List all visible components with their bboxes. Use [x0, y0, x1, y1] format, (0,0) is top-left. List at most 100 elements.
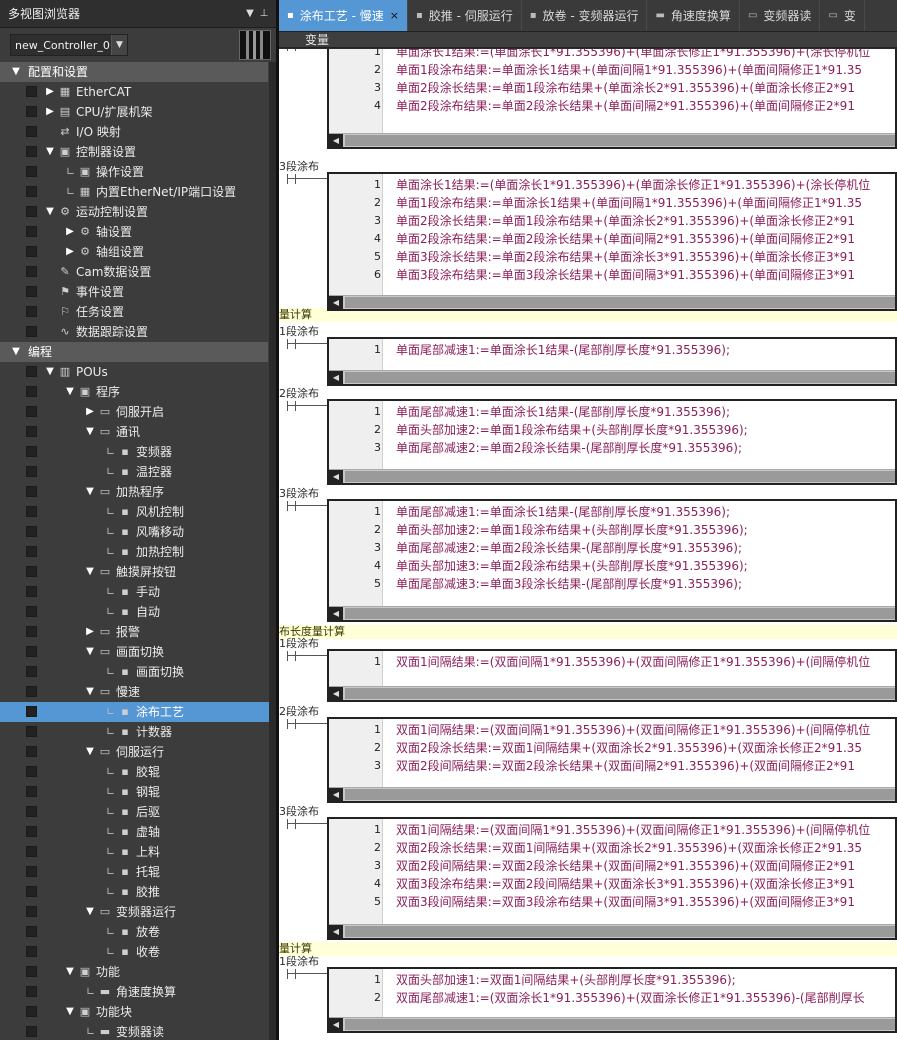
scrollbar-thumb[interactable] — [345, 297, 895, 308]
editor-tab[interactable]: ▭ 变 — [820, 0, 865, 31]
tree-item[interactable]: ⚐ 任务设置 — [0, 302, 279, 322]
code-text[interactable]: 单面3段涂长结果:=单面2段涂布结果+(单面涂长3*91.355396)+(单面… — [396, 248, 855, 266]
code-line[interactable]: 5 双面3段间隔结果:=双面3段涂布结果+(双面间隔3*91.355396)+(双… — [329, 893, 895, 911]
variables-bar[interactable]: 变量 — [279, 32, 897, 48]
editor-tab[interactable]: ▪ 放卷 - 变频器运行 — [522, 0, 648, 31]
tree-item[interactable]: ∟ ▪ 胶辊 — [0, 762, 279, 782]
caret-down-icon[interactable]: ▼ — [84, 482, 96, 502]
chevron-down-icon[interactable]: ▼ — [243, 8, 257, 19]
tree-item[interactable]: ∟ ▬ 角速度换算 — [0, 982, 279, 1002]
tree-item[interactable]: ∟ ▪ 托辊 — [0, 862, 279, 882]
scrollbar-thumb[interactable] — [345, 372, 895, 383]
code-text[interactable]: 双面2段间隔结果:=双面2段涂长结果+(双面间隔2*91.355396)+(双面… — [396, 857, 855, 875]
horizontal-scrollbar[interactable]: ◀ — [329, 686, 895, 700]
tree-item[interactable]: ∟ ▪ 变频器 — [0, 442, 279, 462]
code-text[interactable]: 双面3段涂布结果:=双面2段间隔结果+(双面涂长3*91.355396)+(双面… — [396, 875, 855, 893]
editor-tab[interactable]: ▬ 角速度换算 — [647, 0, 740, 31]
caret-right-icon[interactable]: ▶ — [44, 102, 56, 122]
st-code-block[interactable]: 1 单面尾部减速1:=单面涂长1结果-(尾部削厚长度*91.355396); ◀ — [327, 337, 897, 386]
scrollbar-thumb[interactable] — [345, 135, 895, 146]
scroll-left-icon[interactable]: ◀ — [329, 371, 343, 384]
tree-item[interactable]: ▼ ▭ 伺服运行 — [0, 742, 279, 762]
tree-item[interactable]: ∟ ▪ 收卷 — [0, 942, 279, 962]
tree-item[interactable]: ▼ ▭ 通讯 — [0, 422, 279, 442]
caret-down-icon[interactable]: ▼ — [64, 1002, 76, 1022]
code-line[interactable]: 2 单面1段涂布结果:=单面涂长1结果+(单面间隔1*91.355396)+(单面… — [329, 194, 895, 212]
tree-item[interactable]: ∟ ▪ 胶推 — [0, 882, 279, 902]
scrollbar-thumb[interactable] — [345, 608, 895, 619]
code-line[interactable]: 1 双面头部加速1:=双面1间隔结果+(头部削厚长度*91.355396); — [329, 971, 895, 989]
tree-item[interactable]: ∟ ▪ 自动 — [0, 602, 279, 622]
tree-item[interactable]: ∟ ▪ 加热控制 — [0, 542, 279, 562]
st-editor[interactable]: 量计算 布长度量计算 量计算 1 单面涂长1结果:=(单面涂长1*91.355396)+… — [279, 49, 897, 1040]
tree-item[interactable]: ∟ ▦ 内置EtherNet/IP端口设置 — [0, 182, 279, 202]
st-code-block[interactable]: 1 双面1间隔结果:=(双面间隔1*91.355396)+(双面间隔修正1*91.… — [327, 717, 897, 803]
caret-right-icon[interactable]: ▶ — [84, 622, 96, 642]
tree-item[interactable]: ∟ ▪ 温控器 — [0, 462, 279, 482]
caret-down-icon[interactable]: ▼ — [44, 362, 56, 382]
tree-item[interactable]: ∟ ▪ 手动 — [0, 582, 279, 602]
code-text[interactable]: 单面尾部减速1:=单面涂长1结果-(尾部削厚长度*91.355396); — [396, 403, 730, 421]
code-line[interactable]: 3 单面尾部减速2:=单面2段涂长结果-(尾部削厚长度*91.355396); — [329, 539, 895, 557]
scrollbar-thumb[interactable] — [345, 926, 895, 937]
scrollbar-thumb[interactable] — [345, 789, 895, 800]
tree-item[interactable]: ▼ ▭ 触摸屏按钮 — [0, 562, 279, 582]
tree-item[interactable]: ∿ 数据跟踪设置 — [0, 322, 279, 342]
scrollbar-thumb[interactable] — [345, 688, 895, 699]
horizontal-scrollbar[interactable]: ◀ — [329, 295, 895, 309]
tree-item[interactable]: ∟ ▪ 放卷 — [0, 922, 279, 942]
controller-select[interactable]: new_Controller_0 ▼ — [10, 34, 128, 56]
caret-right-icon[interactable]: ▶ — [84, 402, 96, 422]
scroll-left-icon[interactable]: ◀ — [329, 607, 343, 620]
caret-down-icon[interactable]: ▼ — [84, 682, 96, 702]
caret-down-icon[interactable]: ▼ — [64, 962, 76, 982]
tree-item[interactable]: ∟ ▪ 涂布工艺 — [0, 702, 279, 722]
code-line[interactable]: 1 双面1间隔结果:=(双面间隔1*91.355396)+(双面间隔修正1*91.… — [329, 821, 895, 839]
caret-down-icon[interactable]: ▼ — [64, 382, 76, 402]
code-line[interactable]: 6 单面3段涂布结果:=单面3段涂长结果+(单面间隔3*91.355396)+(单… — [329, 266, 895, 284]
tree-item[interactable]: ⚑ 事件设置 — [0, 282, 279, 302]
tree-item[interactable]: ∟ ▪ 后驱 — [0, 802, 279, 822]
tree-item[interactable]: ⇄ I/O 映射 — [0, 122, 279, 142]
tree-item[interactable]: ∟ ▪ 上料 — [0, 842, 279, 862]
tree-item[interactable]: ∟ ▪ 画面切换 — [0, 662, 279, 682]
code-line[interactable]: 3 单面2段涂长结果:=单面1段涂布结果+(单面涂长2*91.355396)+(单… — [329, 79, 895, 97]
caret-down-icon[interactable]: ▼ — [44, 202, 56, 222]
code-text[interactable]: 单面涂长1结果:=(单面涂长1*91.355396)+(单面涂长修正1*91.3… — [396, 176, 870, 194]
tree-section[interactable]: ▼ 配置和设置 — [0, 62, 268, 82]
code-line[interactable]: 2 双面2段涂长结果:=双面1间隔结果+(双面涂长2*91.355396)+(双面… — [329, 839, 895, 857]
scrollbar-thumb[interactable] — [345, 1019, 895, 1030]
code-text[interactable]: 单面2段涂布结果:=单面2段涂长结果+(单面间隔2*91.355396)+(单面… — [396, 230, 855, 248]
code-text[interactable]: 双面尾部减速1:=(双面涂长1*91.355396)+(双面涂长修正1*91.3… — [396, 989, 865, 1007]
scroll-left-icon[interactable]: ◀ — [329, 1018, 343, 1031]
tree-item[interactable]: ▼ ▭ 慢速 — [0, 682, 279, 702]
code-text[interactable]: 单面1段涂布结果:=单面涂长1结果+(单面间隔1*91.355396)+(单面间… — [396, 61, 862, 79]
code-line[interactable]: 1 单面尾部减速1:=单面涂长1结果-(尾部削厚长度*91.355396); — [329, 341, 895, 359]
caret-right-icon[interactable]: ▶ — [64, 222, 76, 242]
code-text[interactable]: 单面头部加速2:=单面1段涂布结果+(头部削厚长度*91.355396); — [396, 421, 748, 439]
tree-item[interactable]: ∟ ▪ 风机控制 — [0, 502, 279, 522]
code-line[interactable]: 4 双面3段涂布结果:=双面2段间隔结果+(双面涂长3*91.355396)+(双… — [329, 875, 895, 893]
horizontal-scrollbar[interactable]: ◀ — [329, 787, 895, 801]
tree-item[interactable]: ∟ ▪ 钢辊 — [0, 782, 279, 802]
code-line[interactable]: 4 单面2段涂布结果:=单面2段涂长结果+(单面间隔2*91.355396)+(单… — [329, 97, 895, 115]
st-code-block[interactable]: 1 双面1间隔结果:=(双面间隔1*91.355396)+(双面间隔修正1*91.… — [327, 817, 897, 940]
code-text[interactable]: 双面2段涂长结果:=双面1间隔结果+(双面涂长2*91.355396)+(双面涂… — [396, 839, 862, 857]
editor-tab[interactable]: ▪ 胶推 - 伺服运行 — [408, 0, 522, 31]
tree-item[interactable]: ∟ ▪ 风嘴移动 — [0, 522, 279, 542]
code-line[interactable]: 4 单面头部加速3:=单面2段涂布结果+(头部削厚长度*91.355396); — [329, 557, 895, 575]
code-line[interactable]: 4 单面2段涂布结果:=单面2段涂长结果+(单面间隔2*91.355396)+(单… — [329, 230, 895, 248]
st-code-block[interactable]: 1 单面涂长1结果:=(单面涂长1*91.355396)+(单面涂长修正1*91.… — [327, 49, 897, 149]
horizontal-scrollbar[interactable]: ◀ — [329, 133, 895, 147]
tree-item[interactable]: ▼ ▭ 加热程序 — [0, 482, 279, 502]
tree-item[interactable]: ▶ ▭ 伺服开启 — [0, 402, 279, 422]
caret-down-icon[interactable]: ▼ — [84, 642, 96, 662]
code-text[interactable]: 单面2段涂长结果:=单面1段涂布结果+(单面涂长2*91.355396)+(单面… — [396, 79, 855, 97]
code-text[interactable]: 双面2段间隔结果:=双面2段涂长结果+(双面间隔2*91.355396)+(双面… — [396, 757, 855, 775]
code-line[interactable]: 1 双面1间隔结果:=(双面间隔1*91.355396)+(双面间隔修正1*91.… — [329, 653, 895, 671]
code-line[interactable]: 5 单面3段涂长结果:=单面2段涂布结果+(单面涂长3*91.355396)+(单… — [329, 248, 895, 266]
caret-down-icon[interactable]: ▼ — [10, 62, 22, 82]
tree-item[interactable]: ∟ ▪ 计数器 — [0, 722, 279, 742]
st-code-block[interactable]: 1 双面1间隔结果:=(双面间隔1*91.355396)+(双面间隔修正1*91.… — [327, 649, 897, 702]
tree-item[interactable]: ∟ ▬ 变频器读 — [0, 1022, 279, 1040]
